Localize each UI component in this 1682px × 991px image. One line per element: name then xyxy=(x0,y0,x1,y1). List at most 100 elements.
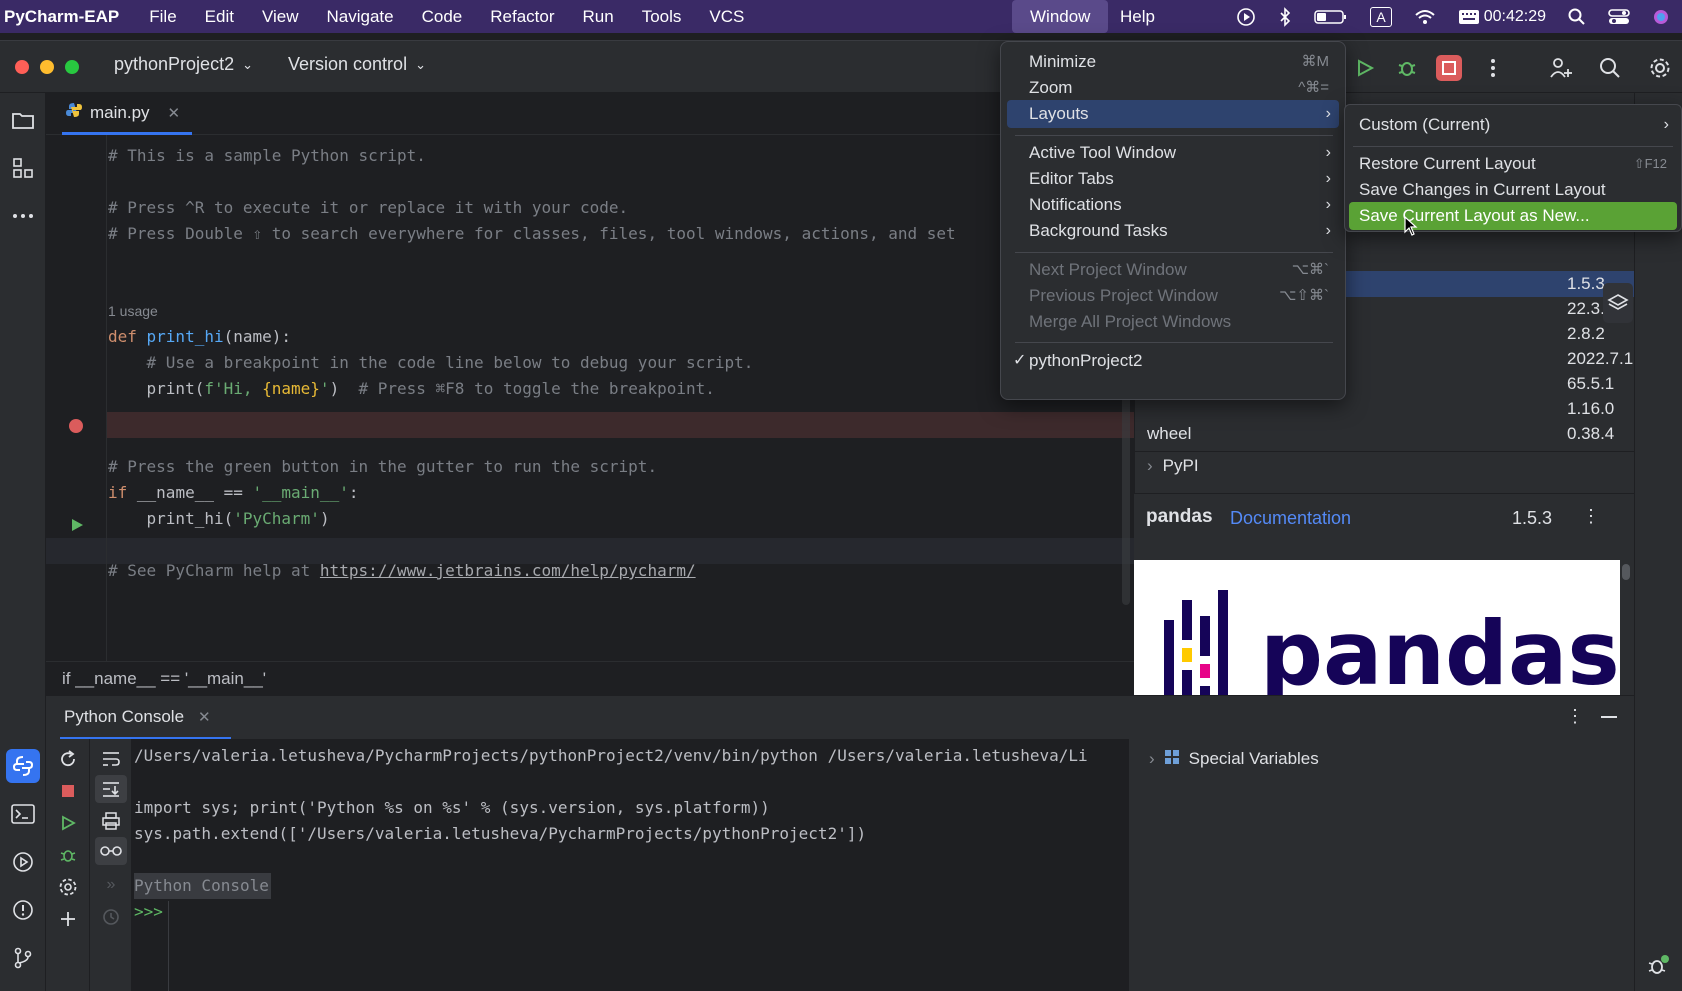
menu-item-label: Save Current Layout as New... xyxy=(1359,206,1590,225)
menu-item-restore-current-layout[interactable]: Restore Current Layout ⇧F12 xyxy=(1349,150,1677,178)
title-bar: pythonProject2 ⌄ Version control ⌄ xyxy=(0,41,1682,93)
bluetooth-icon[interactable] xyxy=(1278,6,1292,27)
input-area-divider xyxy=(168,901,169,991)
console-settings-icon[interactable] xyxy=(56,875,80,899)
menu-item-project-window[interactable]: ✓ pythonProject2 xyxy=(1007,347,1339,375)
print-icon[interactable] xyxy=(99,809,123,833)
play-icon[interactable] xyxy=(1236,7,1256,27)
execute-icon[interactable] xyxy=(56,811,80,835)
rerun-icon[interactable] xyxy=(56,747,80,771)
package-version: 2022.7.1 xyxy=(1567,349,1634,368)
detail-scrollbar[interactable] xyxy=(1622,564,1630,580)
tab-main-py[interactable]: main.py ✕ xyxy=(62,93,192,135)
layers-icon[interactable] xyxy=(1603,283,1633,323)
console-output[interactable]: /Users/valeria.letusheva/PycharmProjects… xyxy=(132,739,1128,991)
menu-tools[interactable]: Tools xyxy=(628,0,696,33)
menu-file[interactable]: File xyxy=(135,0,190,33)
input-source-label: A xyxy=(1370,6,1392,27)
hide-panel-icon[interactable] xyxy=(1601,716,1617,718)
control-center-icon[interactable] xyxy=(1608,8,1630,26)
menu-edit[interactable]: Edit xyxy=(191,0,248,33)
history-icon[interactable] xyxy=(99,905,123,929)
siri-icon[interactable] xyxy=(1652,8,1670,26)
menu-item-zoom[interactable]: Zoom ^⌘= xyxy=(1007,74,1339,102)
new-console-icon[interactable] xyxy=(56,907,80,931)
app-menu[interactable]: PyCharm-EAP xyxy=(0,0,135,33)
tab-python-console[interactable]: Python Console ✕ xyxy=(60,696,231,740)
project-switcher[interactable]: pythonProject2 ⌄ xyxy=(114,54,253,75)
console-line: /Users/valeria.letusheva/PycharmProjects… xyxy=(134,746,1088,765)
menu-item-active-tool-window[interactable]: Active Tool Window › xyxy=(1007,139,1339,167)
stop-console-icon[interactable] xyxy=(56,779,80,803)
package-more-icon[interactable]: ⋮ xyxy=(1582,506,1600,527)
close-window-button[interactable] xyxy=(15,60,29,74)
problems-icon[interactable] xyxy=(10,897,36,923)
zoom-window-button[interactable] xyxy=(65,60,79,74)
debug-icon[interactable] xyxy=(1394,55,1420,81)
breadcrumb[interactable]: if __name__ == '__main__' xyxy=(46,661,1134,695)
stop-icon[interactable] xyxy=(1436,55,1462,81)
menu-navigate[interactable]: Navigate xyxy=(313,0,408,33)
spotlight-search-icon[interactable] xyxy=(1568,8,1586,26)
menu-help[interactable]: Help xyxy=(1106,0,1169,33)
menu-item-label: Custom (Current) xyxy=(1359,115,1491,134)
battery-icon[interactable] xyxy=(1314,8,1348,26)
shortcut-label: ⇧F12 xyxy=(1633,156,1667,171)
menu-item-custom-current[interactable]: Custom (Current) › xyxy=(1349,111,1677,139)
menu-window[interactable]: Window xyxy=(1012,0,1109,33)
pypi-repository-node[interactable]: › PyPI xyxy=(1147,453,1623,478)
code-line-if-main: if __name__ == '__main__': xyxy=(108,480,358,506)
console-line: sys.path.extend(['/Users/valeria.letushe… xyxy=(134,824,867,843)
code-editor[interactable]: # This is a sample Python script. # Pres… xyxy=(46,135,1134,701)
menu-item-minimize[interactable]: Minimize ⌘M xyxy=(1007,48,1339,76)
special-variables-node[interactable]: › Special Variables xyxy=(1149,749,1319,769)
show-variables-icon[interactable] xyxy=(95,837,127,865)
help-link[interactable]: https://www.jetbrains.com/help/pycharm/ xyxy=(320,561,696,580)
git-branch-icon[interactable] xyxy=(10,945,36,971)
close-tab-icon[interactable]: ✕ xyxy=(168,104,181,122)
menu-item-editor-tabs[interactable]: Editor Tabs › xyxy=(1007,165,1339,193)
menu-item-label: Zoom xyxy=(1029,78,1073,97)
menu-item-background-tasks[interactable]: Background Tasks › xyxy=(1007,217,1339,245)
more-actions-icon[interactable] xyxy=(1480,55,1506,81)
command-queue-icon[interactable]: » xyxy=(99,873,123,897)
minimize-window-button[interactable] xyxy=(40,60,54,74)
run-icon[interactable] xyxy=(1352,55,1378,81)
menu-item-notifications[interactable]: Notifications › xyxy=(1007,191,1339,219)
settings-gear-icon[interactable] xyxy=(1647,55,1673,81)
debug-console-icon[interactable] xyxy=(56,843,80,867)
menu-item-previous-project-window: Previous Project Window ⌥⇧⌘` xyxy=(1007,282,1339,310)
usage-hint[interactable]: 1 usage xyxy=(108,298,158,324)
terminal-icon[interactable] xyxy=(10,801,36,827)
wifi-icon[interactable] xyxy=(1414,8,1436,26)
input-source-icon[interactable]: A xyxy=(1370,6,1392,27)
menu-item-layouts[interactable]: Layouts › xyxy=(1007,100,1339,128)
editor-gutter[interactable] xyxy=(46,135,106,701)
scroll-to-end-icon[interactable] xyxy=(95,775,127,803)
more-tools-icon[interactable] xyxy=(10,203,36,229)
structure-icon[interactable] xyxy=(10,155,36,181)
close-tab-icon[interactable]: ✕ xyxy=(198,708,211,726)
package-row-wheel[interactable]: wheel 0.38.4 xyxy=(1147,421,1623,446)
menu-run[interactable]: Run xyxy=(569,0,628,33)
console-options-icon[interactable]: ⋮ xyxy=(1566,706,1584,727)
python-console-tool-icon[interactable] xyxy=(6,749,40,783)
menu-item-save-changes-current-layout[interactable]: Save Changes in Current Layout xyxy=(1349,176,1677,204)
run-gutter-icon[interactable] xyxy=(70,518,84,537)
documentation-link[interactable]: Documentation xyxy=(1230,508,1351,529)
add-user-icon[interactable] xyxy=(1548,55,1574,81)
menu-item-save-current-layout-as-new[interactable]: Save Current Layout as New... xyxy=(1349,202,1677,230)
debug-notification-icon[interactable] xyxy=(1645,953,1671,984)
services-icon[interactable] xyxy=(10,849,36,875)
checkmark-icon: ✓ xyxy=(1013,352,1027,369)
vcs-widget[interactable]: Version control ⌄ xyxy=(288,54,426,75)
menu-vcs[interactable]: VCS xyxy=(695,0,758,33)
menu-code[interactable]: Code xyxy=(408,0,477,33)
tab-label: main.py xyxy=(90,102,150,122)
menu-view[interactable]: View xyxy=(248,0,313,33)
breakpoint-icon[interactable] xyxy=(69,419,83,433)
menu-refactor[interactable]: Refactor xyxy=(476,0,568,33)
search-icon[interactable] xyxy=(1597,55,1623,81)
project-folder-icon[interactable] xyxy=(10,107,36,133)
soft-wrap-icon[interactable] xyxy=(99,747,123,771)
